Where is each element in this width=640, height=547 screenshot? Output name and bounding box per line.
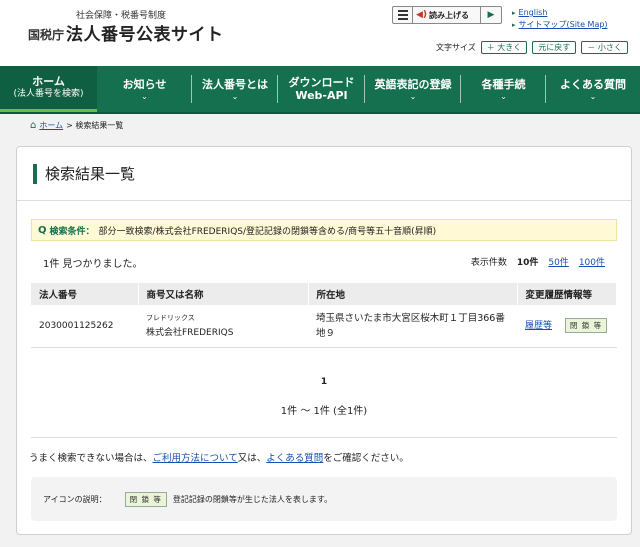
nav-download-label: ダウンロード [288, 76, 355, 89]
faq-link[interactable]: よくある質問 [266, 453, 323, 464]
search-icon: Q [38, 224, 47, 236]
nav-faq-label: よくある質問 [560, 77, 626, 91]
col-header-number: 法人番号 [31, 283, 139, 305]
font-size-controls: 文字サイズ ＋ 大きく 元に戻す － 小さく [436, 41, 628, 54]
nav-download-sub: Web-API [295, 89, 348, 102]
page-title-row: 検索結果一覧 [33, 163, 135, 184]
site-header: 社会保障・税番号制度 国税庁 法人番号公表サイト ◀) 読み上げる ▶ ▸ Eng… [0, 0, 640, 66]
nav-english[interactable]: 英語表記の登録 ⌄ [365, 66, 461, 112]
divider [31, 437, 617, 438]
arrow-right-icon: ▸ [512, 21, 516, 29]
nav-faq[interactable]: よくある質問 ⌄ [546, 66, 640, 112]
col-header-name: 商号又は名称 [138, 283, 309, 305]
nav-about-label: 法人番号とは [202, 77, 268, 91]
results-panel: 検索結果一覧 Q 検索条件： 部分一致検索/株式会社FREDERIQS/登記記録… [16, 146, 632, 535]
corporate-address: 埼玉県さいたま市大宮区桜木町１丁目366番地９ [308, 305, 517, 348]
corporate-name-kana: フレドリックス [146, 314, 195, 323]
help-mid: 又は、 [237, 453, 267, 464]
nav-home-sub: (法人番号を検索) [13, 88, 84, 99]
chevron-down-icon: ⌄ [500, 91, 507, 101]
read-aloud-label: 読み上げる [429, 10, 470, 20]
logo-site-title: 法人番号公表サイト [66, 25, 224, 45]
nav-procedures[interactable]: 各種手続 ⌄ [461, 66, 546, 112]
logo-agency: 国税庁 [28, 28, 65, 42]
page-title: 検索結果一覧 [45, 165, 136, 183]
display-10-current: 10件 [516, 258, 539, 268]
home-icon: ⌂ [30, 120, 37, 131]
chevron-down-icon: ⌄ [589, 91, 597, 101]
table-row: 2030001125262 フレドリックス 株式会社FREDERIQS 埼玉県さ… [31, 305, 617, 348]
col-header-history: 変更履歴情報等 [517, 283, 617, 305]
display-count-selector: 表示件数 10件 50件 100件 [471, 255, 605, 268]
font-reset-button[interactable]: 元に戻す [532, 41, 577, 54]
chevron-down-icon: ⌄ [231, 91, 239, 101]
nav-news[interactable]: お知らせ ⌄ [97, 66, 192, 112]
font-larger-button[interactable]: ＋ 大きく [480, 41, 528, 54]
corporate-number: 2030001125262 [31, 305, 138, 348]
header-links: ▸ English ▸ サイトマップ(Site Map) [512, 7, 608, 31]
history-link[interactable]: 履歴等 [525, 321, 552, 331]
table-header-row: 法人番号 商号又は名称 所在地 変更履歴情報等 [31, 283, 617, 305]
pager-range: 1件 ～ 1件 (全1件) [280, 406, 368, 417]
nav-home-label: ホーム [32, 74, 65, 88]
display-100-link[interactable]: 100件 [579, 255, 605, 268]
history-cell: 履歴等 閉 鎖 等 [517, 305, 617, 348]
sitemap-link[interactable]: サイトマップ(Site Map) [519, 20, 608, 29]
speaker-icon: ◀) [416, 10, 428, 20]
usage-link[interactable]: ご利用方法について [153, 453, 238, 464]
arrow-right-icon: ▸ [512, 9, 516, 17]
chevron-down-icon: ⌄ [141, 91, 148, 101]
closed-badge-icon: 閉 鎖 等 [124, 491, 167, 507]
search-criteria-box: Q 検索条件： 部分一致検索/株式会社FREDERIQS/登記記録の閉鎖等含める… [31, 219, 617, 241]
chevron-down-icon: ⌄ [409, 91, 417, 101]
help-prefix: うまく検索できない場合は、 [29, 453, 153, 464]
font-smaller-button[interactable]: － 小さく [581, 41, 628, 54]
global-nav: ホーム (法人番号を検索) お知らせ ⌄ 法人番号とは ⌄ ダウンロード Web… [0, 66, 640, 114]
corporate-name: 株式会社FREDERIQS [146, 328, 234, 339]
read-aloud-button[interactable]: ◀) 読み上げる [413, 7, 481, 23]
display-50-link[interactable]: 50件 [548, 255, 568, 268]
col-header-address: 所在地 [308, 283, 518, 305]
result-count: 1件 見つかりました。 [43, 259, 143, 270]
corporate-name-cell: フレドリックス 株式会社FREDERIQS [138, 305, 308, 348]
icon-legend: アイコンの説明： 閉 鎖 等 登記記録の閉鎖等が生じた法人を表します。 [31, 477, 617, 521]
divider [17, 200, 631, 201]
help-suffix: をご確認ください。 [323, 453, 409, 464]
title-accent-bar [33, 163, 37, 184]
english-link[interactable]: English [519, 8, 548, 17]
nav-news-label: お知らせ [122, 77, 167, 91]
nav-download[interactable]: ダウンロード Web-API [278, 66, 365, 112]
pager-current-page: 1 [320, 377, 328, 387]
nav-home[interactable]: ホーム (法人番号を検索) [0, 66, 97, 112]
criteria-value: 部分一致検索/株式会社FREDERIQS/登記記録の閉鎖等含める/商号等五十音順… [98, 226, 437, 237]
criteria-label: 検索条件： [49, 226, 95, 237]
read-aloud-toolbar: ◀) 読み上げる ▶ [392, 6, 502, 24]
play-icon[interactable]: ▶ [481, 7, 501, 23]
icon-legend-label: アイコンの説明： [43, 494, 107, 504]
help-text: うまく検索できない場合は、ご利用方法について又は、よくある質問をご確認ください。 [29, 450, 409, 464]
icon-legend-desc: 登記記録の閉鎖等が生じた法人を表します。 [172, 494, 333, 504]
nav-about[interactable]: 法人番号とは ⌄ [192, 66, 278, 112]
breadcrumb-home-link[interactable]: ホーム [39, 120, 63, 131]
menu-icon[interactable] [393, 7, 413, 23]
nav-english-label: 英語表記の登録 [374, 77, 452, 91]
display-count-label: 表示件数 [470, 258, 507, 268]
breadcrumb-current: > 検索結果一覧 [66, 121, 124, 130]
results-table: 法人番号 商号又は名称 所在地 変更履歴情報等 2030001125262 フレ… [31, 283, 617, 348]
closed-badge-icon: 閉 鎖 等 [564, 318, 608, 334]
font-size-label: 文字サイズ [436, 43, 476, 52]
breadcrumb: ⌂ ホーム > 検索結果一覧 [30, 120, 123, 131]
nav-procedures-label: 各種手続 [481, 77, 526, 91]
